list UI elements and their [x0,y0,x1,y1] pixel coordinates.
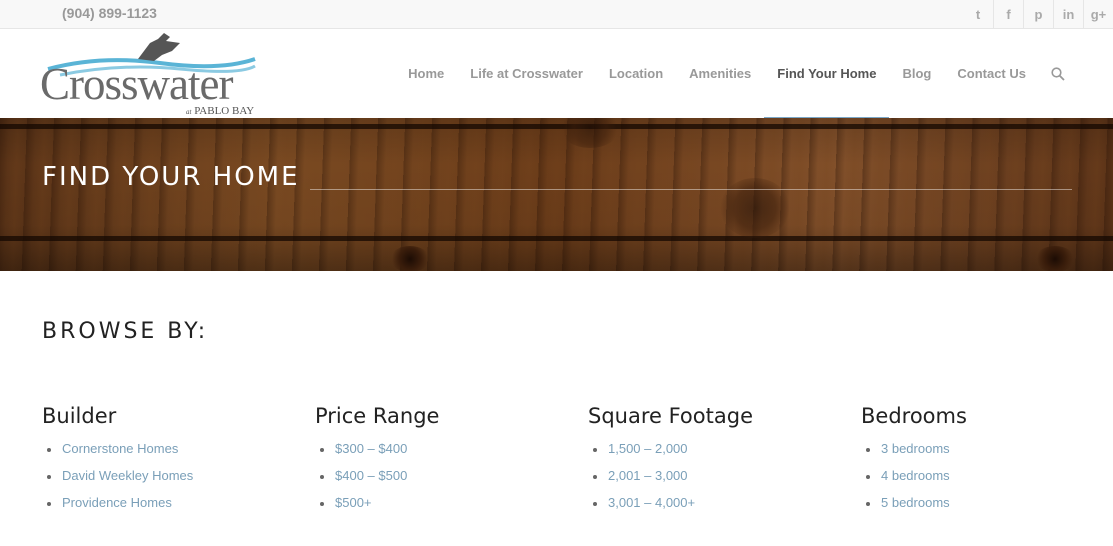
logo-sub-at: at [186,108,192,116]
link-list: Cornerstone Homes David Weekley Homes Pr… [42,441,292,522]
hero-banner: FIND YOUR HOME [0,118,1113,271]
phone-number[interactable]: (904) 899-1123 [62,5,157,21]
list-item: $400 – $500 [315,468,565,495]
column-heading: Price Range [315,404,440,428]
title-divider [310,189,1072,190]
pinterest-icon[interactable]: p [1023,0,1053,28]
google-plus-icon[interactable]: g+ [1083,0,1113,28]
bedrooms-link[interactable]: 3 bedrooms [881,441,950,456]
wood-plank-seam [0,124,1113,129]
browse-column-square-footage: Square Footage 1,500 – 2,000 2,001 – 3,0… [588,404,838,522]
price-link[interactable]: $300 – $400 [335,441,407,456]
wood-knot [560,118,620,148]
sqft-link[interactable]: 1,500 – 2,000 [608,441,688,456]
sqft-link[interactable]: 2,001 – 3,000 [608,468,688,483]
nav-find-your-home[interactable]: Find Your Home [764,29,890,119]
list-item: Providence Homes [42,495,292,522]
page-title: FIND YOUR HOME [42,162,300,192]
builder-link[interactable]: Cornerstone Homes [62,441,178,456]
sqft-link[interactable]: 3,001 – 4,000+ [608,495,695,510]
social-links: t f p in g+ [963,0,1113,28]
link-list: 1,500 – 2,000 2,001 – 3,000 3,001 – 4,00… [588,441,838,522]
top-bar: (904) 899-1123 t f p in g+ [0,0,1113,29]
nav-location[interactable]: Location [596,29,676,118]
price-link[interactable]: $400 – $500 [335,468,407,483]
facebook-icon[interactable]: f [993,0,1023,28]
price-link[interactable]: $500+ [335,495,372,510]
builder-link[interactable]: Providence Homes [62,495,172,510]
main-nav: Home Life at Crosswater Location Ameniti… [395,29,1073,119]
nav-amenities[interactable]: Amenities [676,29,764,118]
logo-subtitle: at PABLO BAY [186,105,254,117]
bedrooms-link[interactable]: 5 bedrooms [881,495,950,510]
wood-knot [720,178,790,238]
browse-column-price-range: Price Range $300 – $400 $400 – $500 $500… [315,404,565,522]
browse-column-bedrooms: Bedrooms 3 bedrooms 4 bedrooms 5 bedroom… [861,404,1111,522]
list-item: 4 bedrooms [861,468,1111,495]
column-heading: Square Footage [588,404,753,428]
logo-wordmark: Crosswater [40,59,233,109]
column-heading: Builder [42,404,117,428]
site-header: Crosswater at PABLO BAY Home Life at Cro… [0,29,1113,119]
list-item: 1,500 – 2,000 [588,441,838,468]
list-item: 5 bedrooms [861,495,1111,522]
list-item: 3,001 – 4,000+ [588,495,838,522]
list-item: $500+ [315,495,565,522]
list-item: $300 – $400 [315,441,565,468]
search-icon-glyph [1051,66,1065,81]
linkedin-icon[interactable]: in [1053,0,1083,28]
nav-life-at-crosswater[interactable]: Life at Crosswater [457,29,596,118]
column-heading: Bedrooms [861,404,967,428]
nav-contact-us[interactable]: Contact Us [944,29,1039,118]
wood-plank-seam [0,236,1113,241]
link-list: 3 bedrooms 4 bedrooms 5 bedrooms [861,441,1111,522]
search-icon[interactable] [1039,29,1073,118]
crosswater-logo[interactable]: Crosswater at PABLO BAY [40,29,262,118]
link-list: $300 – $400 $400 – $500 $500+ [315,441,565,522]
bedrooms-link[interactable]: 4 bedrooms [881,468,950,483]
logo-sub-text: PABLO BAY [194,105,255,117]
twitter-icon[interactable]: t [963,0,993,28]
wood-knot [390,246,430,271]
browse-column-builder: Builder Cornerstone Homes David Weekley … [42,404,292,522]
list-item: Cornerstone Homes [42,441,292,468]
wood-knot [1035,246,1075,271]
browse-heading: BROWSE BY: [42,319,209,344]
list-item: 2,001 – 3,000 [588,468,838,495]
nav-home[interactable]: Home [395,29,457,118]
list-item: David Weekley Homes [42,468,292,495]
builder-link[interactable]: David Weekley Homes [62,468,193,483]
list-item: 3 bedrooms [861,441,1111,468]
nav-blog[interactable]: Blog [889,29,944,118]
